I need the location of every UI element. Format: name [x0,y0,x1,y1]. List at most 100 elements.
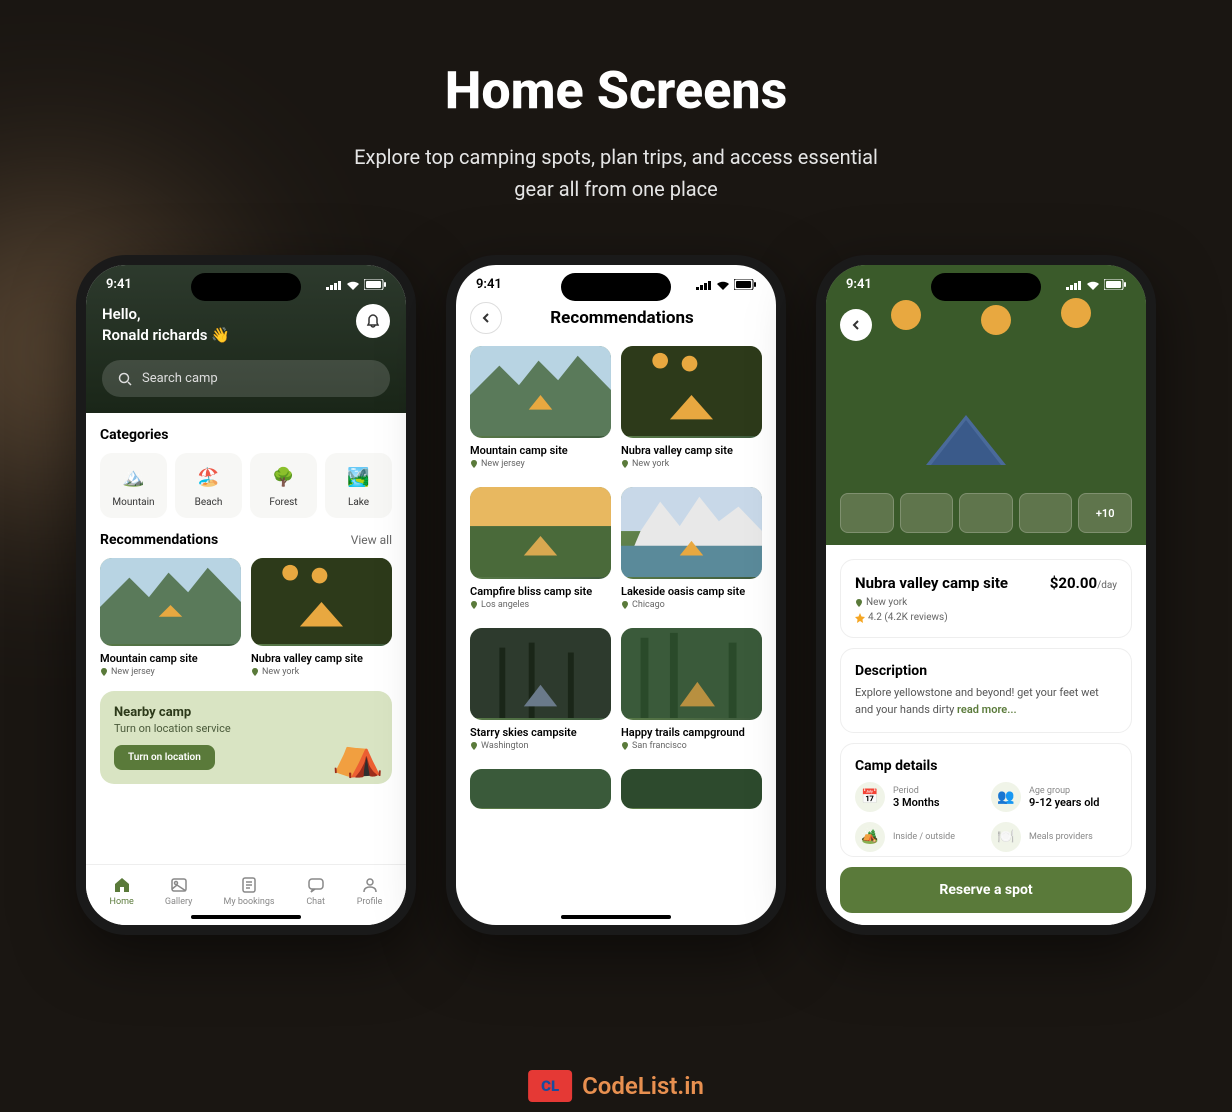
camp-image [621,346,762,438]
pin-icon [470,742,478,750]
pin-icon [621,460,629,468]
recommendation-card[interactable]: Nubra valley camp site New york [621,346,762,477]
camp-location: New jersey [100,667,241,677]
nav-gallery[interactable]: Gallery [165,875,193,907]
status-icons [1066,279,1126,290]
tent-illustration: ⛺ [332,731,384,780]
pin-icon [470,601,478,609]
camp-title: Mountain camp site [470,444,611,457]
camp-details-heading: Camp details [855,758,1117,774]
recommendation-card[interactable]: Nubra valley camp site New york [251,558,392,677]
read-more-link[interactable]: read more... [957,703,1017,716]
forest-icon: 🌳 [270,463,298,491]
pin-icon [621,742,629,750]
chevron-left-icon [850,319,862,331]
gallery-thumb-more[interactable]: +10 [1078,493,1132,533]
categories-heading: Categories [100,427,392,443]
category-mountain[interactable]: 🏔️ Mountain [100,453,167,518]
recommendation-card[interactable]: Lakeside oasis camp site Chicago [621,487,762,618]
camp-image [470,346,611,438]
lake-icon: 🏞️ [345,463,373,491]
recommendation-card-partial[interactable] [470,769,611,809]
category-label: Lake [329,497,388,508]
camp-image [100,558,241,646]
gallery-icon [169,875,189,895]
pin-icon [855,599,863,607]
search-icon [118,372,132,386]
brand-footer: CL CodeList.in [528,1070,704,1102]
camp-location: New york [621,459,762,469]
recommendation-card-partial[interactable] [621,769,762,809]
calendar-icon: 📅 [855,782,885,812]
greeting-text: Hello, [102,304,230,325]
camp-location: New york [251,667,392,677]
camp-title: Nubra valley camp site [251,652,392,665]
notification-button[interactable] [356,304,390,338]
phone-recommendations: 9:41 Recommendations M [446,255,786,935]
phone-detail: 9:41 +10 [816,255,1156,935]
category-beach[interactable]: 🏖️ Beach [175,453,242,518]
screen-title: Recommendations [514,308,730,328]
search-placeholder: Search camp [142,371,218,386]
camp-rating: 4.2 (4.2K reviews) [855,612,1117,623]
turn-on-location-button[interactable]: Turn on location [114,745,215,770]
reserve-button[interactable]: Reserve a spot [840,867,1132,913]
category-label: Beach [179,497,238,508]
star-icon [855,613,865,623]
camp-title: Lakeside oasis camp site [621,585,762,598]
brand-name: CodeList.in [582,1072,704,1100]
detail-hero-image: 9:41 +10 [826,265,1146,545]
camp-title: Starry skies campsite [470,726,611,739]
recommendation-card[interactable]: Happy trails campground San francisco [621,628,762,759]
detail-period: 📅 Period3 Months [855,782,981,812]
camp-title: Happy trails campground [621,726,762,739]
bookings-icon [239,875,259,895]
nav-home[interactable]: Home [110,875,134,907]
gallery-thumb[interactable] [900,493,954,533]
status-time: 9:41 [106,277,132,292]
chat-icon [306,875,326,895]
username-text: Ronald richards 👋 [102,325,230,346]
nav-chat[interactable]: Chat [306,875,326,907]
camp-image [621,628,762,720]
camp-image [621,769,762,809]
camp-image [470,628,611,720]
gallery-thumb[interactable] [840,493,894,533]
home-icon [112,875,132,895]
camp-image [470,769,611,809]
camp-image [621,487,762,579]
category-lake[interactable]: 🏞️ Lake [325,453,392,518]
nearby-title: Nearby camp [114,705,378,720]
gallery-thumb[interactable] [959,493,1013,533]
recommendation-card[interactable]: Campfire bliss camp site Los angeles [470,487,611,618]
camp-image [470,487,611,579]
camp-price: $20.00/day [1050,574,1117,592]
beach-icon: 🏖️ [195,463,223,491]
detail-inside-outside: 🏕️ Inside / outside [855,822,981,852]
status-time: 9:41 [846,277,872,292]
recommendation-card[interactable]: Starry skies campsite Washington [470,628,611,759]
bell-icon [365,313,381,329]
pin-icon [100,668,108,676]
detail-meals: 🍽️ Meals providers [991,822,1117,852]
status-icons [696,279,756,290]
profile-icon [360,875,380,895]
tent-icon: 🏕️ [855,822,885,852]
page-subtitle: Explore top camping spots, plan trips, a… [346,141,886,205]
view-all-link[interactable]: View all [351,533,392,547]
recommendation-card[interactable]: Mountain camp site New jersey [470,346,611,477]
recommendation-card[interactable]: Mountain camp site New jersey [100,558,241,677]
pin-icon [251,668,259,676]
nav-profile[interactable]: Profile [357,875,383,907]
nearby-camp-card: Nearby camp Turn on location service Tur… [100,691,392,784]
nav-bookings[interactable]: My bookings [223,875,274,907]
camp-name: Nubra valley camp site [855,574,1008,592]
meals-icon: 🍽️ [991,822,1021,852]
gallery-thumb[interactable] [1019,493,1073,533]
status-time: 9:41 [476,277,502,292]
brand-logo: CL [528,1070,572,1102]
search-input[interactable]: Search camp [102,360,390,397]
back-button[interactable] [840,309,872,341]
back-button[interactable] [470,302,502,334]
category-forest[interactable]: 🌳 Forest [250,453,317,518]
